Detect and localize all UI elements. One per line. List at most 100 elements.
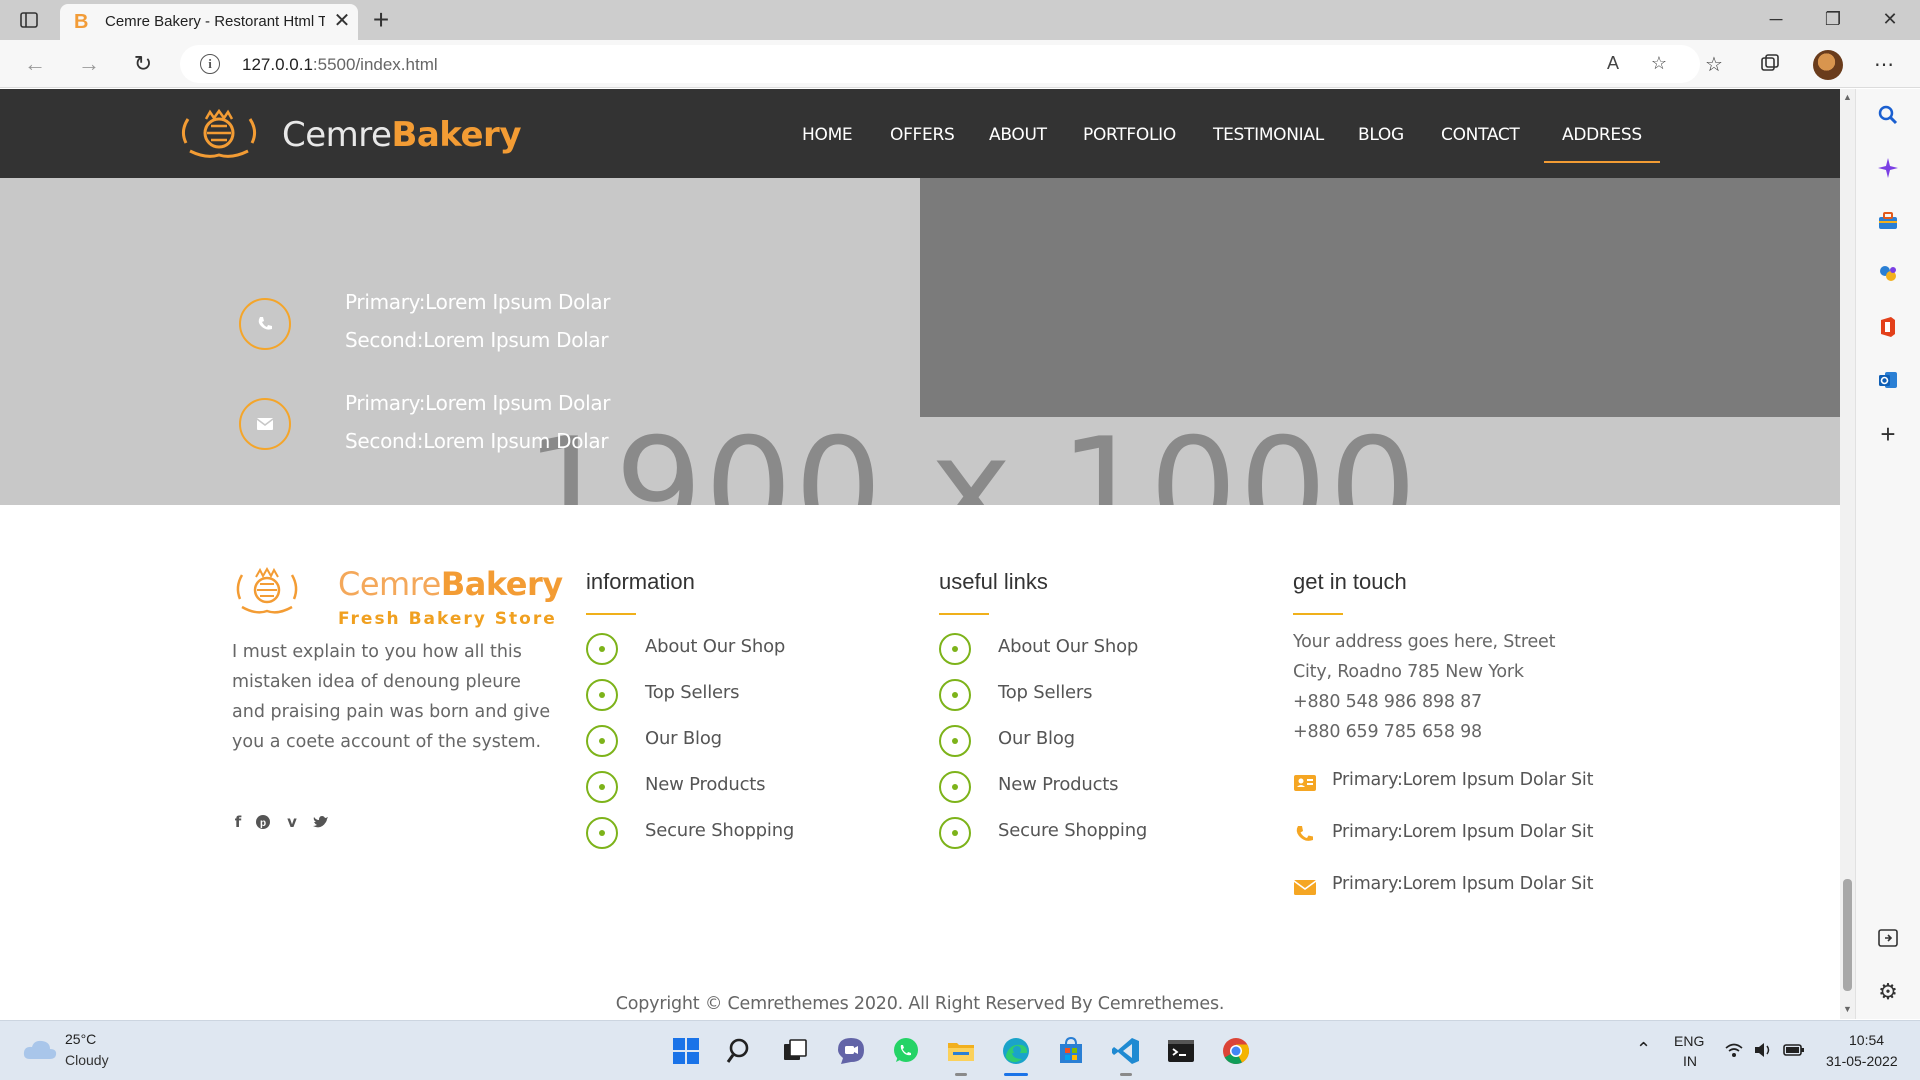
settings-gear-icon[interactable]: ⚙: [1876, 980, 1900, 1004]
nav-contact[interactable]: CONTACT: [1441, 125, 1520, 145]
wifi-icon[interactable]: [1724, 1041, 1744, 1059]
more-options-icon[interactable]: ⋯: [1870, 52, 1898, 78]
info-link-new-products[interactable]: New Products: [645, 774, 766, 795]
weather-temperature[interactable]: 25°C: [65, 1031, 96, 1047]
nav-address[interactable]: ADDRESS: [1544, 125, 1660, 163]
start-windows-icon[interactable]: [670, 1035, 702, 1067]
games-icon[interactable]: [1876, 263, 1900, 287]
microsoft-store-icon[interactable]: [1055, 1035, 1087, 1067]
envelope-icon: [1293, 880, 1317, 895]
maximize-button[interactable]: ❐: [1813, 4, 1853, 34]
nav-offers[interactable]: OFFERS: [890, 125, 955, 145]
hide-sidebar-icon[interactable]: [1876, 927, 1900, 951]
footer-phone1: +880 548 986 898 87: [1293, 692, 1482, 712]
region-indicator[interactable]: IN: [1683, 1053, 1697, 1069]
nav-blog[interactable]: BLOG: [1358, 125, 1404, 145]
bullet-icon: [939, 679, 971, 711]
page-viewport: CemreBakery HOME OFFERS ABOUT PORTFOLIO …: [0, 89, 1840, 1019]
terminal-icon[interactable]: [1165, 1035, 1197, 1067]
chrome-icon[interactable]: [1220, 1035, 1252, 1067]
footer-contact-item-2: Primary:Lorem Ipsum Dolar Sit: [1332, 822, 1594, 842]
weather-description[interactable]: Cloudy: [65, 1052, 109, 1068]
close-window-button[interactable]: ✕: [1870, 4, 1910, 34]
footer-logo-icon[interactable]: [232, 567, 302, 617]
footer-about-text: I must explain to you how all this mista…: [232, 642, 551, 752]
whatsapp-icon[interactable]: [890, 1035, 922, 1067]
language-indicator[interactable]: ENG: [1674, 1033, 1704, 1049]
clock-time[interactable]: 10:54: [1849, 1032, 1884, 1048]
add-favorite-icon[interactable]: ☆: [1646, 53, 1672, 75]
teams-chat-icon[interactable]: [835, 1035, 867, 1067]
pinterest-icon[interactable]: p: [252, 811, 274, 833]
useful-link-blog[interactable]: Our Blog: [998, 728, 1075, 749]
nav-portfolio[interactable]: PORTFOLIO: [1083, 125, 1176, 145]
phone-second: Second:Lorem Ipsum Dolar: [345, 328, 609, 352]
useful-links-heading: useful links: [939, 569, 1048, 594]
nav-about[interactable]: ABOUT: [989, 125, 1047, 145]
scrollbar-thumb[interactable]: [1843, 879, 1852, 991]
address-bar[interactable]: i 127.0.0.1:5500/index.html A ☆: [180, 45, 1700, 83]
new-tab-button[interactable]: +: [368, 4, 394, 36]
useful-link-top-sellers[interactable]: Top Sellers: [998, 682, 1092, 703]
footer-logo[interactable]: CemreBakery: [338, 565, 563, 603]
office-icon[interactable]: [1876, 316, 1900, 340]
minimize-button[interactable]: ─: [1756, 4, 1796, 34]
info-link-blog[interactable]: Our Blog: [645, 728, 722, 749]
info-link-secure-shopping[interactable]: Secure Shopping: [645, 820, 794, 841]
useful-link-secure-shopping[interactable]: Secure Shopping: [998, 820, 1147, 841]
task-view-icon[interactable]: [780, 1035, 812, 1067]
get-in-touch-heading: get in touch: [1293, 569, 1407, 594]
facebook-icon[interactable]: f: [227, 811, 249, 833]
info-link-about[interactable]: About Our Shop: [645, 636, 785, 657]
page-scrollbar[interactable]: ▲ ▼: [1840, 89, 1855, 1019]
profile-avatar[interactable]: [1813, 50, 1843, 80]
show-hidden-icons-chevron-icon[interactable]: ⌃: [1636, 1039, 1651, 1060]
twitter-icon[interactable]: [310, 811, 332, 833]
scroll-down-arrow-icon[interactable]: ▼: [1840, 1001, 1855, 1017]
vimeo-icon[interactable]: v: [281, 811, 303, 833]
nav-home[interactable]: HOME: [802, 125, 853, 145]
edge-browser-icon[interactable]: [1000, 1035, 1032, 1067]
file-explorer-icon[interactable]: [945, 1035, 977, 1067]
useful-links-underline: [939, 613, 989, 615]
nav-testimonial[interactable]: TESTIMONIAL: [1213, 125, 1324, 145]
scroll-up-arrow-icon[interactable]: ▲: [1840, 89, 1855, 105]
browser-toolbar: ← → ↻ i 127.0.0.1:5500/index.html A ☆ ☆ …: [0, 40, 1920, 88]
browser-tab-bar: B Cemre Bakery - Restorant Html T ✕ + ─ …: [0, 0, 1920, 40]
clock-date[interactable]: 31-05-2022: [1826, 1053, 1898, 1069]
tools-icon[interactable]: [1876, 210, 1900, 234]
vscode-icon[interactable]: [1110, 1035, 1142, 1067]
read-aloud-icon[interactable]: A: [1600, 53, 1626, 75]
site-logo[interactable]: CemreBakery: [282, 115, 521, 155]
back-button[interactable]: ←: [20, 50, 50, 78]
browser-tab[interactable]: B Cemre Bakery - Restorant Html T ✕: [60, 4, 358, 40]
outlook-icon[interactable]: [1876, 369, 1900, 393]
image-placeholder-text: 1900 x 1000: [525, 408, 1419, 505]
add-sidebar-app-icon[interactable]: +: [1876, 421, 1900, 447]
tab-actions-icon[interactable]: [18, 9, 40, 31]
favorites-icon[interactable]: ☆: [1700, 52, 1728, 78]
search-icon[interactable]: [1876, 104, 1900, 128]
site-info-icon[interactable]: i: [200, 54, 220, 74]
phone-ring: [239, 298, 291, 350]
bullet-icon: [586, 633, 618, 665]
bakery-logo-icon[interactable]: [176, 109, 262, 161]
info-link-top-sellers[interactable]: Top Sellers: [645, 682, 739, 703]
collections-icon[interactable]: [1756, 52, 1784, 78]
refresh-button[interactable]: ↻: [128, 50, 158, 78]
useful-link-about[interactable]: About Our Shop: [998, 636, 1138, 657]
windows-taskbar: 25°C Cloudy ⌃ ENG IN 10:54 31-05-2022: [0, 1020, 1920, 1080]
edge-active-indicator: [1004, 1073, 1028, 1076]
url-text[interactable]: 127.0.0.1:5500/index.html: [242, 55, 438, 75]
envelope-icon: [256, 418, 274, 430]
forward-button[interactable]: →: [74, 50, 104, 78]
tab-close-icon[interactable]: ✕: [330, 8, 354, 34]
volume-icon[interactable]: [1753, 1041, 1773, 1059]
useful-link-new-products[interactable]: New Products: [998, 774, 1119, 795]
bullet-icon: [586, 679, 618, 711]
taskbar-search-icon[interactable]: [725, 1035, 757, 1067]
cloud-weather-icon[interactable]: [22, 1037, 58, 1061]
copilot-sparkle-icon[interactable]: [1876, 157, 1900, 181]
email-primary: Primary:Lorem Ipsum Dolar: [345, 391, 611, 415]
battery-icon[interactable]: [1783, 1041, 1805, 1059]
